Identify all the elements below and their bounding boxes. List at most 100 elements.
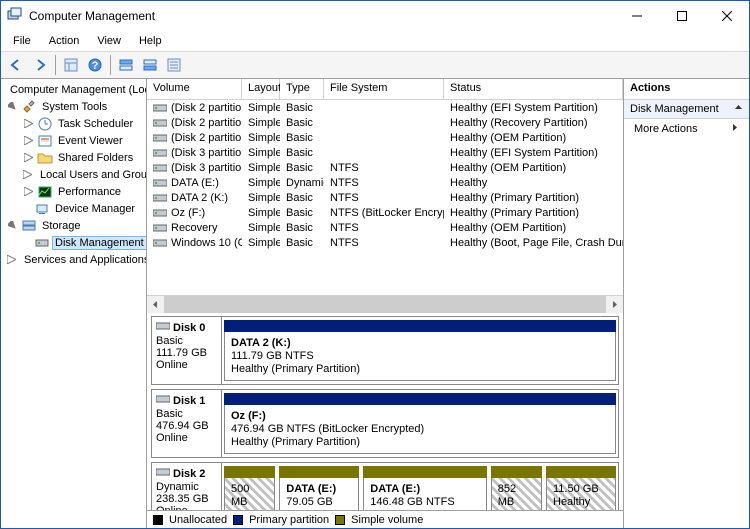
disk-graphical-area: Disk 0 Basic 111.79 GB Online DATA 2 (K:…	[147, 312, 623, 510]
disk-row-2[interactable]: Disk 2 Dynamic 238.35 GB Online 500 MB H…	[151, 462, 619, 510]
tree-task-scheduler[interactable]: Task Scheduler	[1, 115, 146, 132]
disk-0-state: Online	[156, 359, 217, 371]
volume-status: Healthy (OEM Partition)	[444, 132, 623, 144]
disk-row-0[interactable]: Disk 0 Basic 111.79 GB Online DATA 2 (K:…	[151, 316, 619, 385]
part-size: 111.79 GB NTFS	[231, 350, 314, 362]
tree-device-manager[interactable]: Device Manager	[1, 200, 146, 217]
volume-row[interactable]: (Disk 2 partition 6)SimpleBasicHealthy (…	[147, 130, 623, 145]
volume-row[interactable]: DATA (E:)SimpleDynamicNTFSHealthy	[147, 175, 623, 190]
actions-more[interactable]: More Actions	[624, 119, 749, 139]
help-button[interactable]: ?	[84, 54, 106, 76]
view-top-button[interactable]	[115, 54, 137, 76]
actions-pane: Actions Disk Management More Actions	[623, 79, 749, 528]
disk-2-part-1[interactable]: DATA (E:) 79.05 GB NTFS Healthy	[279, 466, 359, 510]
scroll-left-button[interactable]	[147, 296, 164, 313]
disk-0-part-0[interactable]: DATA 2 (K:) 111.79 GB NTFS Healthy (Prim…	[224, 320, 616, 381]
menu-file[interactable]: File	[5, 33, 39, 49]
menu-help[interactable]: Help	[131, 33, 170, 49]
collapse-icon[interactable]	[23, 118, 34, 129]
performance-icon	[37, 184, 53, 200]
tree-disk-management[interactable]: Disk Management	[1, 234, 146, 251]
tree-local-users[interactable]: Local Users and Groups	[1, 166, 146, 183]
collapse-icon[interactable]	[23, 186, 34, 197]
volume-row[interactable]: (Disk 3 partition 2)SimpleBasicHealthy (…	[147, 145, 623, 160]
close-button[interactable]	[704, 1, 749, 31]
forward-button[interactable]	[29, 54, 51, 76]
disk-1-info: Disk 1 Basic 476.94 GB Online	[152, 390, 222, 457]
scroll-thumb[interactable]	[164, 296, 606, 313]
menu-view[interactable]: View	[89, 33, 129, 49]
volume-status: Healthy (OEM Partition)	[444, 222, 623, 234]
volume-type: Basic	[280, 192, 324, 204]
tree-storage[interactable]: Storage	[1, 217, 146, 234]
titlebar: Computer Management	[1, 1, 749, 31]
disk-1-title: Disk 1	[173, 395, 205, 407]
part-status: Healthy (Reco	[553, 496, 590, 510]
tree-event-viewer[interactable]: Event Viewer	[1, 132, 146, 149]
disk-2-part-0[interactable]: 500 MB Healthy	[224, 466, 275, 510]
volume-icon	[153, 103, 167, 113]
show-hide-tree-button[interactable]	[60, 54, 82, 76]
scroll-right-button[interactable]	[606, 296, 623, 313]
part-status: Healthy	[231, 509, 268, 510]
col-type[interactable]: Type	[280, 79, 324, 99]
volume-row[interactable]: DATA 2 (K:)SimpleBasicNTFSHealthy (Prima…	[147, 190, 623, 205]
volume-type: Basic	[280, 222, 324, 234]
volume-fs: NTFS (BitLocker Encrypted)	[324, 207, 444, 219]
volume-row[interactable]: (Disk 2 partition 5)SimpleBasicHealthy (…	[147, 115, 623, 130]
disk-row-1[interactable]: Disk 1 Basic 476.94 GB Online Oz (F:) 47…	[151, 389, 619, 458]
disk-2-part-2[interactable]: DATA (E:) 146.48 GB NTFS Healthy	[363, 466, 486, 510]
minimize-button[interactable]	[614, 1, 659, 31]
volume-row[interactable]: (Disk 2 partition 1)SimpleBasicHealthy (…	[147, 100, 623, 115]
volume-name: (Disk 2 partition 5)	[171, 117, 242, 129]
disk-2-part-3[interactable]: 852 MB Healthy	[491, 466, 542, 510]
legend-primary-label: Primary partition	[249, 514, 329, 526]
disk-1-partitions: Oz (F:) 476.94 GB NTFS (BitLocker Encryp…	[222, 390, 618, 457]
tree-task-scheduler-label: Task Scheduler	[56, 118, 135, 130]
volume-list[interactable]: (Disk 2 partition 1)SimpleBasicHealthy (…	[147, 100, 623, 295]
actions-section[interactable]: Disk Management	[624, 100, 749, 119]
volume-status: Healthy (Primary Partition)	[444, 207, 623, 219]
expand-icon[interactable]	[7, 220, 18, 231]
tree-services[interactable]: Services and Applications	[1, 251, 146, 268]
legend-unallocated-label: Unallocated	[169, 514, 227, 526]
col-status[interactable]: Status	[444, 79, 623, 99]
volume-layout: Simple	[242, 237, 280, 249]
volume-name: (Disk 2 partition 1)	[171, 102, 242, 114]
volume-row[interactable]: Oz (F:)SimpleBasicNTFS (BitLocker Encryp…	[147, 205, 623, 220]
expand-icon[interactable]	[7, 101, 18, 112]
tree-root[interactable]: Computer Management (Local	[1, 81, 146, 98]
collapse-icon[interactable]	[7, 254, 16, 265]
volume-row[interactable]: Windows 10 (C:)SimpleBasicNTFSHealthy (B…	[147, 235, 623, 250]
volume-layout: Simple	[242, 162, 280, 174]
volume-row[interactable]: (Disk 3 partition 5)SimpleBasicNTFSHealt…	[147, 160, 623, 175]
volume-icon	[153, 238, 167, 248]
disk-0-size: 111.79 GB	[156, 347, 217, 359]
col-filesystem[interactable]: File System	[324, 79, 444, 99]
tree-performance[interactable]: Performance	[1, 183, 146, 200]
view-bottom-button[interactable]	[139, 54, 161, 76]
tree-shared-folders[interactable]: Shared Folders	[1, 149, 146, 166]
back-button[interactable]	[5, 54, 27, 76]
volume-scrollbar[interactable]	[147, 295, 623, 312]
volume-name: (Disk 2 partition 6)	[171, 132, 242, 144]
collapse-icon[interactable]	[23, 152, 34, 163]
collapse-icon[interactable]	[23, 135, 34, 146]
disk-2-info: Disk 2 Dynamic 238.35 GB Online	[152, 463, 222, 510]
disk-1-part-0[interactable]: Oz (F:) 476.94 GB NTFS (BitLocker Encryp…	[224, 393, 616, 454]
storage-icon	[21, 218, 37, 234]
tree-system-tools[interactable]: System Tools	[1, 98, 146, 115]
part-size: 500 MB	[231, 483, 249, 508]
disk-2-part-4[interactable]: 11.50 GB Healthy (Reco	[546, 466, 616, 510]
volume-name: Windows 10 (C:)	[171, 237, 242, 249]
collapse-icon[interactable]	[23, 169, 32, 180]
col-volume[interactable]: Volume	[147, 79, 242, 99]
menu-action[interactable]: Action	[41, 33, 88, 49]
settings-button[interactable]	[163, 54, 185, 76]
col-layout[interactable]: Layout	[242, 79, 280, 99]
part-status: Healthy	[370, 509, 407, 510]
maximize-button[interactable]	[659, 1, 704, 31]
part-name: Oz (F:)	[231, 410, 266, 422]
volume-row[interactable]: RecoverySimpleBasicNTFSHealthy (OEM Part…	[147, 220, 623, 235]
center-pane: Volume Layout Type File System Status (D…	[147, 79, 623, 528]
